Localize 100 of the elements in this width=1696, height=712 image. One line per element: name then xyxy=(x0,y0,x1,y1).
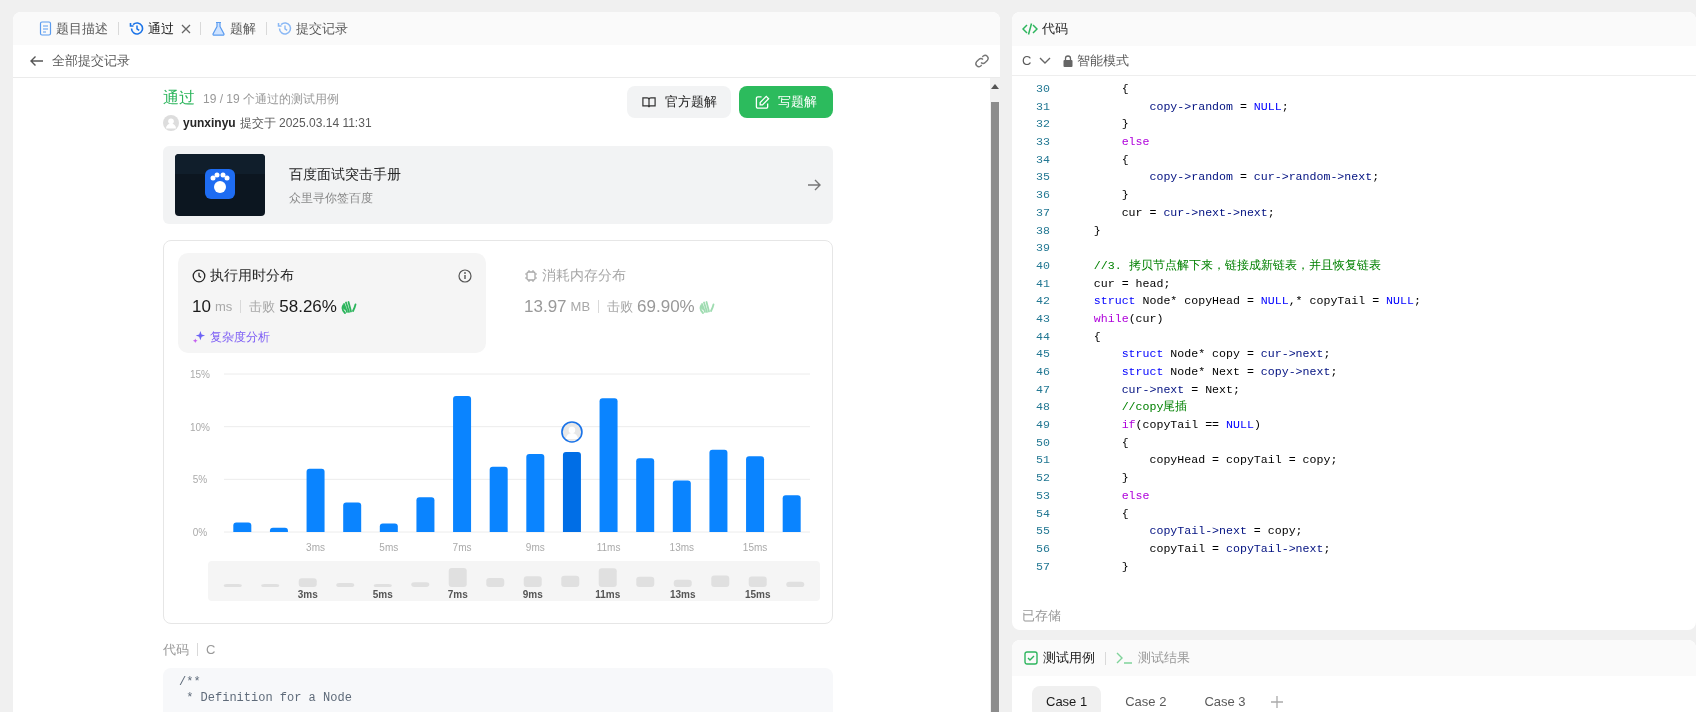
code-line: if(copyTail == NULL) xyxy=(1120,417,1261,434)
code-icon xyxy=(1022,22,1038,36)
bar[interactable] xyxy=(526,454,545,532)
bar[interactable] xyxy=(672,480,691,532)
clap-icon xyxy=(340,298,357,315)
back-link[interactable]: 全部提交记录 xyxy=(29,51,130,71)
chip-icon xyxy=(524,268,538,283)
beats-label: 击败 xyxy=(249,298,276,316)
line-number: 41 xyxy=(1035,275,1050,292)
bar[interactable] xyxy=(599,398,618,532)
line-number: 42 xyxy=(1035,293,1050,310)
language-select[interactable]: C xyxy=(1022,50,1052,71)
code-line: copyTail->next = copy; xyxy=(1148,523,1303,540)
code-line: { xyxy=(1120,151,1129,168)
y-tick-label: 5% xyxy=(192,474,208,486)
code-line: //copy尾插 xyxy=(1120,399,1188,416)
checkbox-icon xyxy=(1024,651,1038,665)
overview-label: 11ms xyxy=(595,589,621,600)
code-line: { xyxy=(1120,434,1129,451)
bar[interactable] xyxy=(709,449,728,532)
bar[interactable] xyxy=(636,458,655,532)
bar[interactable] xyxy=(269,527,288,532)
stat-value: 13.97 xyxy=(524,296,567,318)
tab[interactable]: 通过 xyxy=(123,18,180,39)
promo-subtitle: 众里寻你签百度 xyxy=(289,189,374,207)
bar[interactable] xyxy=(782,495,801,532)
line-number: 31 xyxy=(1035,98,1050,115)
edit-icon xyxy=(755,94,770,110)
code-line: while(cur) xyxy=(1092,310,1164,327)
tab[interactable]: 提交记录 xyxy=(271,18,354,39)
terminal-icon xyxy=(1116,651,1133,665)
bar[interactable] xyxy=(416,497,435,532)
line-number: 52 xyxy=(1035,470,1050,487)
code-line: } xyxy=(1120,470,1129,487)
avatar-icon xyxy=(163,115,179,131)
case-tab[interactable]: Case 3 xyxy=(1190,686,1260,712)
range-slider[interactable] xyxy=(208,561,820,601)
line-number: 57 xyxy=(1035,558,1050,575)
code-line: else xyxy=(1120,134,1150,151)
case-tab[interactable]: Case 2 xyxy=(1111,686,1181,712)
line-number: 30 xyxy=(1035,81,1050,97)
code-line: cur = cur->next->next; xyxy=(1120,204,1275,221)
x-tick-label: 3ms xyxy=(306,542,325,553)
bar[interactable] xyxy=(233,522,252,532)
history-icon xyxy=(277,21,292,36)
status-text: 通过 xyxy=(163,88,195,108)
line-number: 44 xyxy=(1035,328,1050,345)
promo-title: 百度面试突击手册 xyxy=(289,164,401,184)
line-number: 54 xyxy=(1035,505,1050,522)
line-number: 37 xyxy=(1035,204,1050,221)
bar[interactable] xyxy=(306,468,325,532)
overview-label: 15ms xyxy=(744,589,771,600)
code-line: struct Node* copyHead = NULL,* copyTail = NULL; xyxy=(1092,293,1421,310)
x-tick-label: 13ms xyxy=(669,542,695,553)
line-number: 33 xyxy=(1035,134,1050,151)
flask-icon xyxy=(211,21,226,36)
solution-button[interactable]: 官方题解 xyxy=(627,86,731,118)
bar[interactable] xyxy=(746,456,765,532)
complexity-link[interactable]: 复杂度分析 xyxy=(192,327,472,346)
overview-label: 13ms xyxy=(669,589,696,600)
panel-tab[interactable]: 测试用例 xyxy=(1020,648,1099,668)
case-tab[interactable]: Case 1 xyxy=(1032,686,1102,712)
line-number: 43 xyxy=(1035,310,1050,327)
plus-icon[interactable] xyxy=(1269,694,1284,709)
code-line: } xyxy=(1120,558,1129,575)
x-tick-label: 5ms xyxy=(379,542,399,553)
code-line: } xyxy=(1120,116,1129,133)
code-line: cur = head; xyxy=(1092,275,1171,292)
promo-banner[interactable]: 百度面试突击手册 众里寻你签百度 xyxy=(163,146,833,224)
x-tick-label: 11ms xyxy=(596,542,621,553)
username[interactable]: yunxinyu xyxy=(183,114,236,132)
bar[interactable] xyxy=(562,451,581,532)
info-icon[interactable] xyxy=(458,268,472,283)
line-number: 49 xyxy=(1035,417,1050,434)
bar[interactable] xyxy=(489,466,508,532)
bar[interactable] xyxy=(379,523,398,532)
tab[interactable]: 题目描述 xyxy=(33,18,114,39)
x-tick-label: 15ms xyxy=(742,542,768,553)
line-number: 32 xyxy=(1035,116,1050,133)
close-icon[interactable] xyxy=(180,22,192,35)
arrow-right-icon[interactable] xyxy=(807,178,821,192)
overview-label: 7ms xyxy=(447,589,468,600)
bar[interactable] xyxy=(453,396,472,532)
tab[interactable]: 题解 xyxy=(205,18,262,39)
link-icon[interactable] xyxy=(974,53,990,69)
bar[interactable] xyxy=(343,502,362,532)
code-line: struct Node* Next = copy->next; xyxy=(1120,364,1338,380)
stat-panel[interactable]: 执行用时分布 10 ms 击败 58.26% 复杂度分析 xyxy=(178,253,486,353)
clock-icon xyxy=(192,268,206,283)
document-icon xyxy=(39,21,52,36)
y-tick-label: 0% xyxy=(192,527,208,538)
clap-icon xyxy=(698,298,715,315)
beats-percent: 58.26% xyxy=(279,296,337,318)
beats-label: 击败 xyxy=(607,298,634,316)
line-number: 47 xyxy=(1035,381,1050,398)
line-number: 56 xyxy=(1035,540,1050,557)
line-number: 51 xyxy=(1035,452,1050,469)
stat-title: 执行用时分布 xyxy=(210,266,294,285)
code-line: { xyxy=(1120,505,1129,522)
stat-unit: ms xyxy=(214,298,233,316)
